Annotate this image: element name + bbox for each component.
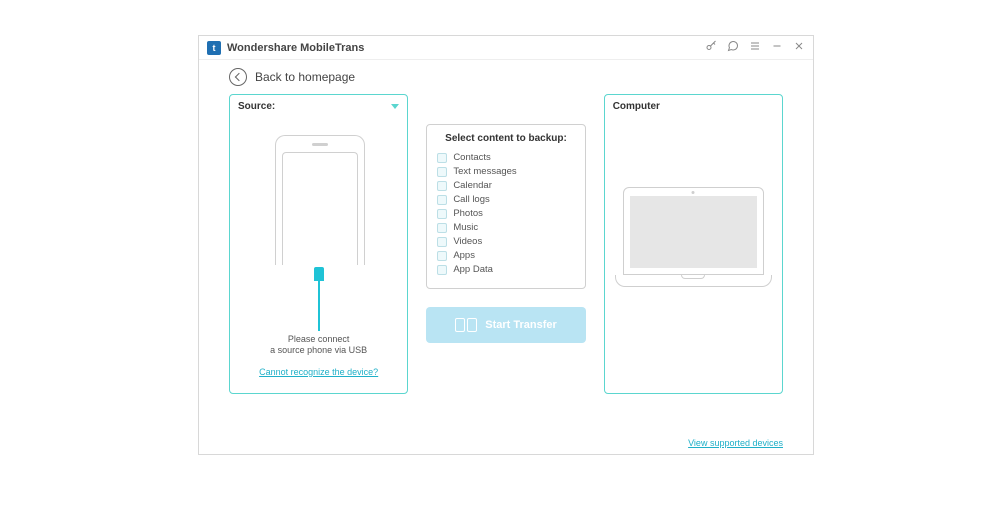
destination-header-label: Computer (613, 101, 660, 112)
titlebar: t Wondershare MobileTrans (199, 36, 813, 60)
chevron-down-icon (391, 104, 399, 109)
back-label[interactable]: Back to homepage (255, 70, 355, 84)
laptop-icon (623, 187, 764, 297)
arrow-left-icon (235, 73, 243, 81)
checkbox-icon (437, 209, 447, 219)
key-icon[interactable] (705, 39, 717, 57)
checkbox-music[interactable]: Music (437, 222, 574, 233)
app-title: Wondershare MobileTrans (227, 42, 364, 54)
back-row: Back to homepage (199, 60, 813, 94)
checkbox-icon (437, 223, 447, 233)
checkbox-text-messages[interactable]: Text messages (437, 166, 574, 177)
start-transfer-button[interactable]: Start Transfer (426, 307, 585, 343)
app-icon: t (207, 41, 221, 55)
checkbox-calendar[interactable]: Calendar (437, 180, 574, 191)
select-content-panel: Select content to backup: Contacts Text … (426, 124, 585, 289)
checkbox-icon (437, 265, 447, 275)
back-button[interactable] (229, 68, 247, 86)
minimize-icon[interactable] (771, 39, 783, 57)
checkbox-icon (437, 167, 447, 177)
source-panel: Source: Please connect a source phone vi… (229, 94, 408, 394)
start-transfer-label: Start Transfer (485, 319, 557, 331)
checkbox-app-data[interactable]: App Data (437, 264, 574, 275)
select-content-title: Select content to backup: (437, 133, 574, 144)
content-area: Source: Please connect a source phone vi… (199, 94, 813, 402)
menu-icon[interactable] (749, 39, 761, 57)
close-icon[interactable] (793, 39, 805, 57)
source-header-label: Source: (238, 101, 275, 112)
checkbox-photos[interactable]: Photos (437, 208, 574, 219)
cannot-recognize-link[interactable]: Cannot recognize the device? (230, 367, 407, 377)
transfer-icon (455, 318, 477, 332)
destination-panel: Computer (604, 94, 783, 394)
checkbox-contacts[interactable]: Contacts (437, 152, 574, 163)
app-window: t Wondershare MobileTrans Back to h (198, 35, 814, 455)
checkbox-icon (437, 195, 447, 205)
checkbox-apps[interactable]: Apps (437, 250, 574, 261)
checkbox-icon (437, 237, 447, 247)
middle-column: Select content to backup: Contacts Text … (426, 94, 585, 343)
usb-cable-icon (313, 267, 325, 331)
source-header[interactable]: Source: (230, 95, 407, 118)
destination-header: Computer (605, 95, 782, 118)
checkbox-call-logs[interactable]: Call logs (437, 194, 574, 205)
source-message: Please connect a source phone via USB (230, 334, 407, 357)
checkbox-icon (437, 181, 447, 191)
checkbox-icon (437, 153, 447, 163)
phone-outline-icon (275, 135, 365, 265)
checkbox-videos[interactable]: Videos (437, 236, 574, 247)
view-supported-devices-link[interactable]: View supported devices (688, 438, 783, 448)
feedback-icon[interactable] (727, 39, 739, 57)
checkbox-icon (437, 251, 447, 261)
